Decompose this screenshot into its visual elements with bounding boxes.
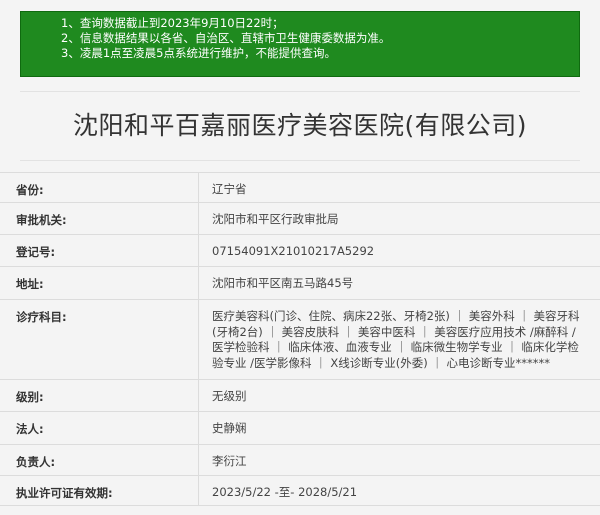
divider — [20, 91, 580, 92]
level-value: 无级别 — [212, 389, 247, 403]
column-divider — [198, 300, 199, 379]
row-license-validity: 执业许可证有效期: 2023/5/22 -至- 2028/5/21 — [0, 475, 600, 505]
divider — [0, 505, 600, 506]
registration-number-value: 07154091X21010217A5292 — [212, 244, 375, 258]
row-address: 地址: 沈阳市和平区南五马路45号 — [0, 266, 600, 299]
approval-authority-label: 审批机关: — [16, 213, 67, 227]
departments-value: 医疗美容科(门诊、住院、病床22张、牙椅2张) ｜ 美容外科 ｜ 美容牙科(牙椅… — [212, 309, 580, 370]
column-divider — [198, 173, 199, 202]
row-registration-number: 登记号: 07154091X21010217A5292 — [0, 234, 600, 266]
row-person-in-charge: 负责人: 李衍江 — [0, 444, 600, 475]
row-approval-authority: 审批机关: 沈阳市和平区行政审批局 — [0, 202, 600, 234]
legal-representative-value: 史静娴 — [212, 421, 247, 435]
level-label: 级别: — [16, 390, 44, 404]
person-in-charge-value: 李衍江 — [212, 454, 247, 468]
departments-label: 诊疗科目: — [16, 310, 67, 324]
column-divider — [198, 380, 199, 411]
column-divider — [198, 203, 199, 234]
approval-authority-value: 沈阳市和平区行政审批局 — [212, 212, 339, 226]
row-province: 省份: 辽宁省 — [0, 172, 600, 202]
license-validity-value: 2023/5/22 -至- 2028/5/21 — [212, 485, 358, 499]
province-label: 省份: — [16, 183, 44, 197]
row-level: 级别: 无级别 — [0, 379, 600, 411]
notice-line-3: 3、凌晨1点至凌晨5点系统进行维护，不能提供查询。 — [61, 46, 336, 60]
registration-number-label: 登记号: — [16, 245, 56, 259]
address-label: 地址: — [16, 277, 44, 291]
row-legal-representative: 法人: 史静娴 — [0, 411, 600, 444]
column-divider — [198, 412, 199, 444]
column-divider — [198, 267, 199, 299]
notice-line-2: 2、信息数据结果以各省、自治区、直辖市卫生健康委数据为准。 — [61, 31, 391, 45]
page-title: 沈阳和平百嘉丽医疗美容医院(有限公司) — [72, 111, 527, 140]
column-divider — [198, 445, 199, 475]
address-value: 沈阳市和平区南五马路45号 — [212, 276, 354, 290]
column-divider — [198, 476, 199, 505]
notice-line-1: 1、查询数据截止到2023年9月10日22时； — [61, 16, 284, 30]
legal-representative-label: 法人: — [16, 422, 44, 436]
province-value: 辽宁省 — [212, 182, 247, 196]
license-validity-label: 执业许可证有效期: — [16, 486, 113, 500]
divider — [20, 160, 580, 161]
notice-banner: 1、查询数据截止到2023年9月10日22时； 2、信息数据结果以各省、自治区、… — [20, 11, 580, 77]
person-in-charge-label: 负责人: — [16, 455, 56, 469]
column-divider — [198, 235, 199, 266]
row-departments: 诊疗科目: 医疗美容科(门诊、住院、病床22张、牙椅2张) ｜ 美容外科 ｜ 美… — [0, 299, 600, 379]
